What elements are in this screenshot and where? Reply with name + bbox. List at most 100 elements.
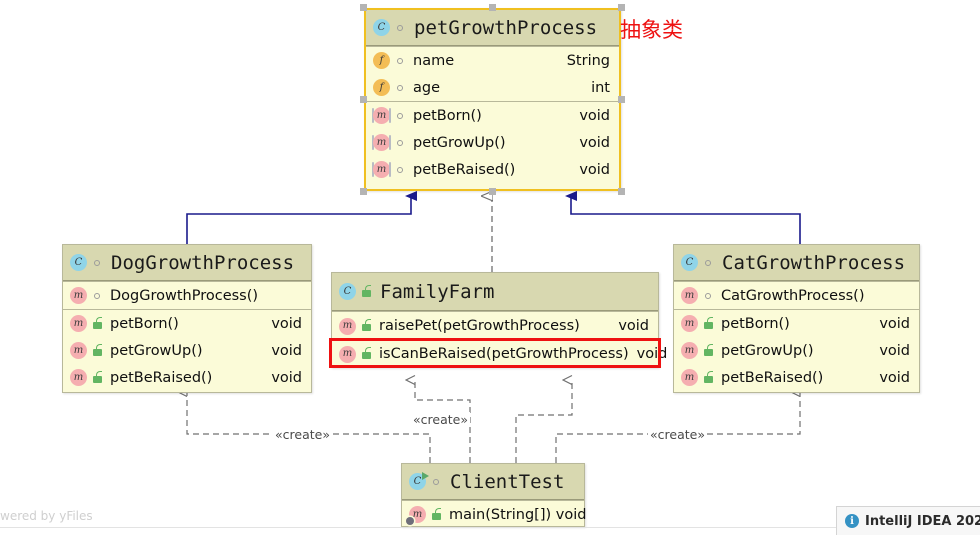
uml-class-clienttest[interactable]: C ClientTest m main(String[]) void <box>401 463 587 528</box>
visibility-public-icon <box>92 289 104 303</box>
method-return-type: void <box>636 346 668 362</box>
method-main-icon: m <box>406 506 426 525</box>
method-row[interactable]: m petBeRaised() void <box>366 156 619 183</box>
methods-section-clienttest: m main(String[]) void <box>402 500 587 528</box>
method-return-type: void <box>271 315 302 332</box>
lock-icon <box>92 343 104 358</box>
lock-icon <box>361 284 373 299</box>
method-icon: m <box>681 315 698 332</box>
uml-class-doggrowthprocess[interactable]: C DogGrowthProcess m DogGrowthProcess() … <box>62 244 312 393</box>
class-icon: C <box>373 19 390 36</box>
ide-version-label: IntelliJ IDEA 2021. <box>865 513 980 529</box>
method-icon: m <box>70 315 87 332</box>
lock-icon <box>703 316 715 331</box>
selection-handle-ne[interactable] <box>618 4 625 11</box>
methods-section-petgrowthprocess: m petBorn() void m petGrowUp() void m pe… <box>366 101 619 183</box>
annotation-abstract-class: 抽象类 <box>620 18 683 42</box>
visibility-public-icon <box>703 256 715 270</box>
constructors-section-catgrowthprocess: m CatGrowthProcess() <box>674 281 919 309</box>
visibility-public-icon <box>395 81 407 95</box>
constructor-row[interactable]: m DogGrowthProcess() <box>63 282 311 309</box>
uml-class-catgrowthprocess[interactable]: C CatGrowthProcess m CatGrowthProcess() … <box>673 244 920 393</box>
ide-version-badge[interactable]: i IntelliJ IDEA 2021. <box>836 506 980 535</box>
selection-handle-e[interactable] <box>618 96 625 103</box>
visibility-public-icon <box>395 21 407 35</box>
method-abstract-icon: m <box>372 134 391 151</box>
method-name: petGrowUp() <box>721 342 814 359</box>
stereotype-label-create-cat: «create» <box>648 427 707 442</box>
method-abstract-icon: m <box>372 161 391 178</box>
info-icon: i <box>845 514 859 528</box>
method-row[interactable]: m petBorn() void <box>674 310 919 337</box>
method-name: main(String[]) void <box>449 506 587 523</box>
constructor-name: DogGrowthProcess() <box>110 287 259 304</box>
selection-handle-s[interactable] <box>489 188 496 195</box>
node-title-familyfarm: FamilyFarm <box>380 280 495 303</box>
node-title-clienttest: ClientTest <box>450 470 565 493</box>
selection-handle-n[interactable] <box>489 4 496 11</box>
uml-class-familyfarm[interactable]: C FamilyFarm m raisePet(petGrowthProcess… <box>331 272 667 368</box>
method-name: petBorn() <box>110 315 179 332</box>
method-name: petBorn() <box>413 107 482 124</box>
selection-handle-se[interactable] <box>618 188 625 195</box>
field-row[interactable]: f age int <box>366 74 619 101</box>
method-icon: m <box>339 345 356 363</box>
method-name: raisePet(petGrowthProcess) <box>379 318 580 334</box>
lock-icon <box>92 370 104 385</box>
selection-handle-w[interactable] <box>360 96 367 103</box>
method-return-type: void <box>579 161 610 178</box>
lock-icon <box>703 370 715 385</box>
class-runnable-icon: C <box>409 472 429 490</box>
method-row[interactable]: m petGrowUp() void <box>366 129 619 156</box>
node-title-catgrowthprocess: CatGrowthProcess <box>722 251 906 274</box>
method-name: petGrowUp() <box>110 342 203 359</box>
visibility-public-icon <box>395 136 407 150</box>
node-header-familyfarm: C FamilyFarm <box>332 273 658 311</box>
method-name: isCanBeRaised(petGrowthProcess) <box>379 346 629 362</box>
node-header-petgrowthprocess: C petGrowthProcess <box>366 10 619 46</box>
methods-section-catgrowthprocess: m petBorn() void m petGrowUp() void m pe… <box>674 309 919 391</box>
method-return-type: void <box>879 342 910 359</box>
stereotype-label-create-dog: «create» <box>273 427 332 442</box>
edge-clienttest-create-familyfarm-2 <box>515 380 573 463</box>
lock-icon <box>361 347 373 361</box>
methods-section-doggrowthprocess: m petBorn() void m petGrowUp() void m pe… <box>63 309 311 391</box>
method-return-type: void <box>579 134 610 151</box>
visibility-public-icon <box>92 256 104 270</box>
constructor-name: CatGrowthProcess() <box>721 287 865 304</box>
method-row[interactable]: m raisePet(petGrowthProcess) void <box>332 312 658 340</box>
visibility-public-icon <box>395 163 407 177</box>
method-icon: m <box>681 287 698 304</box>
visibility-public-icon <box>395 109 407 123</box>
method-name: petGrowUp() <box>413 134 506 151</box>
bottom-divider <box>0 527 980 528</box>
lock-icon <box>361 319 373 333</box>
uml-class-petgrowthprocess[interactable]: C petGrowthProcess f name String f age i… <box>364 8 621 191</box>
method-row[interactable]: m main(String[]) void <box>402 501 587 528</box>
method-row[interactable]: m isCanBeRaised(petGrowthProcess) void <box>332 340 667 368</box>
method-row[interactable]: m petGrowUp() void <box>674 337 919 364</box>
selection-handle-sw[interactable] <box>360 188 367 195</box>
method-row[interactable]: m petBorn() void <box>366 102 619 129</box>
field-name: age <box>413 79 441 96</box>
method-icon: m <box>70 342 87 359</box>
field-row[interactable]: f name String <box>366 47 619 74</box>
edge-cat-extends-petgrowthprocess <box>565 191 801 244</box>
visibility-public-icon <box>431 475 443 489</box>
node-header-doggrowthprocess: C DogGrowthProcess <box>63 245 311 281</box>
method-icon: m <box>681 342 698 359</box>
method-row[interactable]: m petGrowUp() void <box>63 337 311 364</box>
constructor-row[interactable]: m CatGrowthProcess() <box>674 282 919 309</box>
method-icon: m <box>681 369 698 386</box>
class-icon: C <box>681 254 698 271</box>
method-row[interactable]: m petBorn() void <box>63 310 311 337</box>
method-row[interactable]: m petBeRaised() void <box>63 364 311 391</box>
node-title-doggrowthprocess: DogGrowthProcess <box>111 251 295 274</box>
method-row[interactable]: m petBeRaised() void <box>674 364 919 391</box>
method-return-type: void <box>618 318 649 334</box>
edge-dog-extends-petgrowthprocess <box>186 191 417 244</box>
method-return-type: void <box>579 107 610 124</box>
uml-diagram-canvas[interactable]: «create» «create» «create» C petGrowthPr… <box>0 0 980 539</box>
lock-icon <box>92 316 104 331</box>
selection-handle-nw[interactable] <box>360 4 367 11</box>
